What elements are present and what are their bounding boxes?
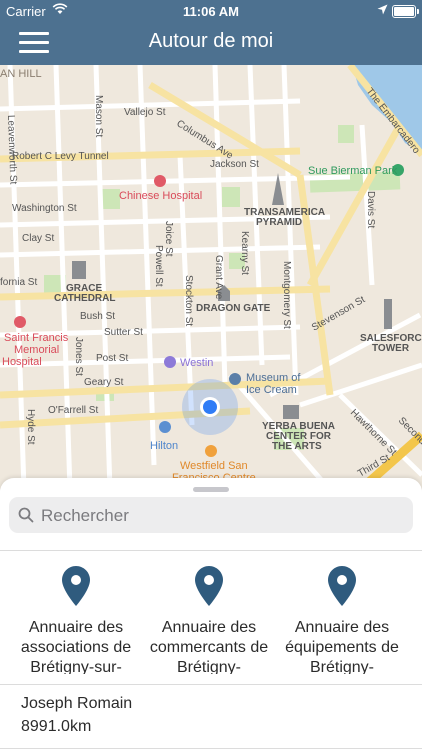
map-label: Washington St xyxy=(12,203,77,214)
map-label: TOWER xyxy=(372,343,410,354)
map-pin-icon xyxy=(62,566,90,606)
map-label: Hospital xyxy=(2,356,42,368)
map-label: Jones St xyxy=(73,337,84,376)
map-canvas: AN HILL Mason St Vallejo St Columbus Ave… xyxy=(0,65,422,490)
map-label: fornia St xyxy=(0,277,37,288)
map-label: Bush St xyxy=(80,311,115,322)
map-label: Kearny St xyxy=(239,231,250,275)
map-label: Sue Bierman Park xyxy=(308,165,398,177)
search-bar[interactable] xyxy=(9,497,413,535)
map-label: Westin xyxy=(180,357,213,369)
map-label: Hawthorne St xyxy=(348,407,399,458)
map-label: Mason St xyxy=(93,95,104,137)
map-pin-icon xyxy=(195,566,223,606)
map-label: Saint Francis xyxy=(4,332,69,344)
map-label: AN HILL xyxy=(0,68,42,80)
category-carousel[interactable]: Annuaire des associations de Brétigny-su… xyxy=(0,556,422,674)
clock: 11:06 AM xyxy=(183,4,239,19)
result-distance: 8991.0km xyxy=(21,718,92,735)
map-label: Westfield San xyxy=(180,460,248,472)
page-title: Autour de moi xyxy=(148,30,274,52)
search-input[interactable] xyxy=(39,497,403,535)
category-label: Annuaire des équipements de Brétigny- xyxy=(285,619,399,674)
drag-handle[interactable] xyxy=(193,487,229,492)
map-label: O'Farrell St xyxy=(48,405,98,416)
battery-icon xyxy=(392,5,419,18)
map-label: Robert C Levy Tunnel xyxy=(12,151,109,162)
map-pin-icon xyxy=(328,566,356,606)
map-view[interactable]: AN HILL Mason St Vallejo St Columbus Ave… xyxy=(0,65,422,490)
status-bar: Carrier 11:06 AM xyxy=(0,0,422,22)
category-equipements[interactable]: Annuaire des équipements de Brétigny- xyxy=(276,566,408,674)
map-label: CATHEDRAL xyxy=(54,293,115,304)
map-label: Clay St xyxy=(22,233,54,244)
category-commercants[interactable]: Annuaire des commercants de Brétigny- xyxy=(143,566,275,674)
map-label: Museum of xyxy=(246,372,301,384)
map-label: THE ARTS xyxy=(272,441,322,452)
category-label: A xyxy=(409,618,422,638)
result-name: Joseph Romain xyxy=(21,695,133,712)
current-location-marker xyxy=(200,397,220,417)
map-label: Grant Ave xyxy=(213,255,224,300)
map-label: Chinese Hospital xyxy=(119,190,202,202)
divider xyxy=(0,550,422,551)
map-label: Powell St xyxy=(153,245,164,287)
location-arrow-icon xyxy=(377,4,388,15)
divider xyxy=(0,748,422,749)
category-associations[interactable]: Annuaire des associations de Brétigny-su… xyxy=(10,566,142,674)
search-icon xyxy=(18,507,34,523)
category-label: Annuaire des associations de Brétigny-su… xyxy=(20,619,132,674)
map-label: Ice Cream xyxy=(246,384,297,396)
map-label: Hilton xyxy=(150,440,178,452)
map-label: Jackson St xyxy=(210,159,259,170)
map-label: Davis St xyxy=(365,191,376,228)
map-label: Hyde St xyxy=(25,409,36,445)
category-label: Annuaire des commercants de Brétigny- xyxy=(149,619,269,674)
app-header: Carrier 11:06 AM Autour de moi xyxy=(0,0,422,65)
map-label: Memorial xyxy=(14,344,59,356)
list-item[interactable]: Joseph Romain 8991.0km xyxy=(0,685,422,745)
map-label: Montgomery St xyxy=(281,261,292,329)
map-label: Leavenworth St xyxy=(5,115,18,185)
map-label: Stockton St xyxy=(183,275,194,326)
map-label: Post St xyxy=(96,353,128,364)
map-label: Geary St xyxy=(84,377,124,388)
map-label: Sutter St xyxy=(104,327,143,338)
map-label: Vallejo St xyxy=(124,107,166,118)
category-next-partial[interactable]: A xyxy=(409,566,422,638)
map-label: PYRAMID xyxy=(256,217,302,228)
bottom-sheet: Annuaire des associations de Brétigny-su… xyxy=(0,478,422,750)
map-label: DRAGON GATE xyxy=(196,303,271,314)
